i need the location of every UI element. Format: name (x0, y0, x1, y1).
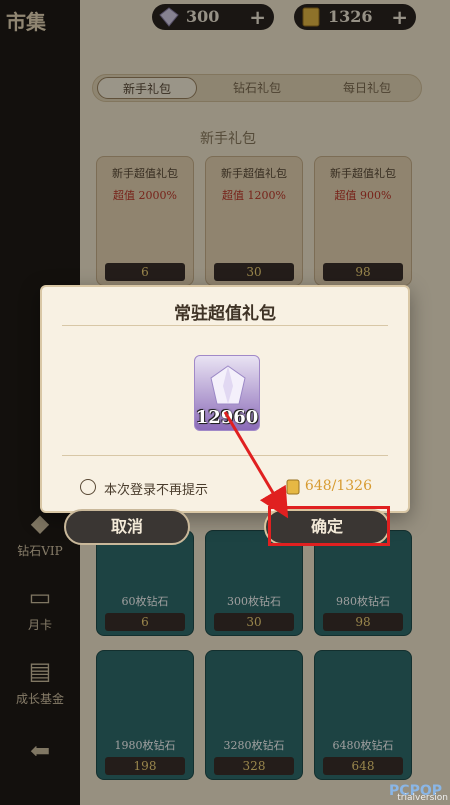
trial-label: trialversion (397, 793, 448, 803)
divider (62, 455, 388, 456)
reward-item: 12960 (194, 355, 260, 431)
purchase-dialog: 常驻超值礼包 12960 本次登录不再提示 648/1326 (40, 285, 410, 513)
cost-value: 648/1326 (304, 478, 372, 494)
checkbox-label: 本次登录不再提示 (104, 483, 209, 498)
cancel-button[interactable]: 取消 (64, 509, 190, 545)
item-quantity: 12960 (195, 407, 259, 428)
divider (62, 325, 388, 326)
dialog-title: 常驻超值礼包 (174, 304, 276, 324)
app-root: 市集 ◆ 钻石VIP ▭ 月卡 ▤ 成长基金 ⬅ 300 + 1326 + 新手… (0, 0, 450, 805)
cost-display: 648/1326 (285, 478, 372, 495)
diamond-crystal-icon (210, 365, 246, 405)
dont-show-again-checkbox[interactable] (80, 479, 96, 495)
confirm-highlight-box (268, 506, 390, 546)
gold-ticket-icon (286, 479, 300, 495)
